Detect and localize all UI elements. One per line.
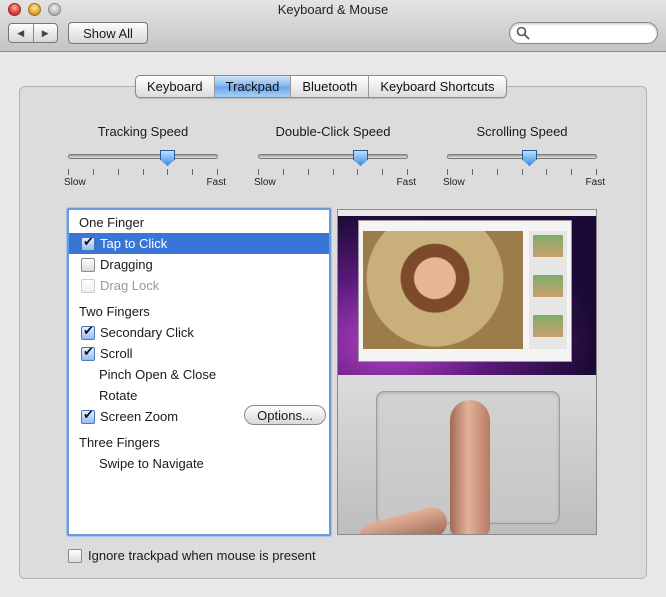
screen-zoom-options-button[interactable]: Options... <box>244 405 326 425</box>
preview-thumbnail <box>533 275 563 297</box>
dragging-label: Dragging <box>100 257 153 272</box>
scroll-checkbox[interactable] <box>81 345 95 361</box>
scroll-label: Scroll <box>100 346 133 361</box>
slider-tick <box>447 169 448 175</box>
forward-arrow-icon: ▶ <box>41 27 49 38</box>
scrolling-speed-group: Scrolling Speed Slow Fast <box>437 124 607 188</box>
ignore-trackpad-checkbox[interactable] <box>68 548 82 563</box>
titlebar: Keyboard & Mouse ◀ ▶ Show All <box>0 0 666 52</box>
swipe-row[interactable]: Swipe to Navigate <box>69 453 329 474</box>
slider-tick <box>93 169 94 175</box>
slider-tick <box>472 169 473 175</box>
tab-trackpad[interactable]: Trackpad <box>213 76 291 97</box>
pinch-label: Pinch Open & Close <box>99 367 217 382</box>
tracking-speed-max-label: Fast <box>206 177 226 188</box>
tab-keyboard-shortcuts[interactable]: Keyboard Shortcuts <box>368 76 505 97</box>
slider-tick <box>118 169 119 175</box>
slider-tick <box>217 169 218 175</box>
preview-trackpad-area <box>338 375 596 534</box>
preview-thumbnails <box>529 231 567 349</box>
secondary-click-label: Secondary Click <box>100 325 194 340</box>
scroll-row[interactable]: Scroll <box>69 343 329 364</box>
screen-zoom-label: Screen Zoom <box>100 409 179 424</box>
back-forward-control: ◀ ▶ <box>8 23 58 43</box>
double-click-speed-group: Double-Click Speed Slow Fast <box>248 124 418 188</box>
forward-button[interactable]: ▶ <box>32 24 58 42</box>
drag-lock-row: Drag Lock <box>69 275 329 296</box>
slider-tick <box>571 169 572 175</box>
screen-zoom-checkbox[interactable] <box>81 408 95 424</box>
show-all-button[interactable]: Show All <box>68 22 148 44</box>
slider-tick <box>68 169 69 175</box>
back-arrow-icon: ◀ <box>17 27 25 38</box>
tab-bluetooth[interactable]: Bluetooth <box>290 76 368 97</box>
scrolling-speed-max-label: Fast <box>585 177 605 188</box>
tracking-speed-title: Tracking Speed <box>97 124 189 139</box>
slider-tick <box>382 169 383 175</box>
slider-tick <box>258 169 259 175</box>
preview-finger <box>450 400 490 534</box>
tap-to-click-checkbox[interactable] <box>81 235 95 251</box>
slider-tick <box>546 169 547 175</box>
swipe-label: Swipe to Navigate <box>99 456 204 471</box>
tab-bar: Keyboard Trackpad Bluetooth Keyboard Sho… <box>135 75 507 98</box>
preview-thumbnail <box>533 315 563 337</box>
drag-lock-label: Drag Lock <box>100 278 160 293</box>
pinch-row[interactable]: Pinch Open & Close <box>69 364 329 385</box>
ignore-trackpad-label: Ignore trackpad when mouse is present <box>88 548 316 563</box>
dragging-checkbox[interactable] <box>81 257 95 272</box>
double-click-speed-track[interactable] <box>258 154 408 159</box>
tracking-speed-min-label: Slow <box>64 177 86 188</box>
slider-tick <box>192 169 193 175</box>
rotate-row[interactable]: Rotate <box>69 385 329 406</box>
back-button[interactable]: ◀ <box>9 24 33 42</box>
preview-menubar <box>338 210 596 216</box>
preview-screen <box>338 210 596 375</box>
three-fingers-heading: Three Fingers <box>79 435 160 450</box>
tracking-speed-ticks <box>68 169 218 175</box>
scrolling-speed-title: Scrolling Speed <box>476 124 568 139</box>
search-icon <box>516 26 530 40</box>
slider-tick <box>143 169 144 175</box>
slider-tick <box>407 169 408 175</box>
tap-to-click-row[interactable]: Tap to Click <box>69 233 329 254</box>
one-finger-heading: One Finger <box>79 215 145 230</box>
double-click-speed-max-label: Fast <box>396 177 416 188</box>
preview-thumbnail <box>533 235 563 257</box>
search-field[interactable] <box>509 22 658 44</box>
scrolling-speed-ticks <box>447 169 597 175</box>
tap-to-click-label: Tap to Click <box>100 236 168 251</box>
slider-tick <box>283 169 284 175</box>
tracking-speed-group: Tracking Speed Slow Fast <box>58 124 228 188</box>
tracking-speed-track[interactable] <box>68 154 218 159</box>
slider-tick <box>497 169 498 175</box>
preview-photo <box>363 231 523 349</box>
window-title: Keyboard & Mouse <box>277 2 389 17</box>
keyboard-mouse-window: Keyboard & Mouse ◀ ▶ Show All Keyboard T… <box>0 0 666 597</box>
rotate-label: Rotate <box>99 388 138 403</box>
double-click-speed-min-label: Slow <box>254 177 276 188</box>
slider-tick <box>596 169 597 175</box>
ignore-trackpad-row[interactable]: Ignore trackpad when mouse is present <box>68 548 316 563</box>
tab-keyboard[interactable]: Keyboard <box>136 76 214 97</box>
secondary-click-checkbox[interactable] <box>81 324 95 340</box>
drag-lock-checkbox <box>81 278 95 293</box>
slider-tick <box>308 169 309 175</box>
gesture-preview-video <box>337 209 597 535</box>
scrolling-speed-min-label: Slow <box>443 177 465 188</box>
secondary-click-row[interactable]: Secondary Click <box>69 322 329 343</box>
two-fingers-heading: Two Fingers <box>79 304 150 319</box>
gesture-options-list[interactable]: One Finger Tap to Click Dragging Drag Lo… <box>67 208 331 536</box>
slider-tick <box>357 169 358 175</box>
double-click-speed-ticks <box>258 169 408 175</box>
dragging-row[interactable]: Dragging <box>69 254 329 275</box>
slider-tick <box>333 169 334 175</box>
slider-tick <box>167 169 168 175</box>
slider-tick <box>522 169 523 175</box>
double-click-speed-title: Double-Click Speed <box>275 124 391 139</box>
preview-app-window <box>358 220 572 362</box>
